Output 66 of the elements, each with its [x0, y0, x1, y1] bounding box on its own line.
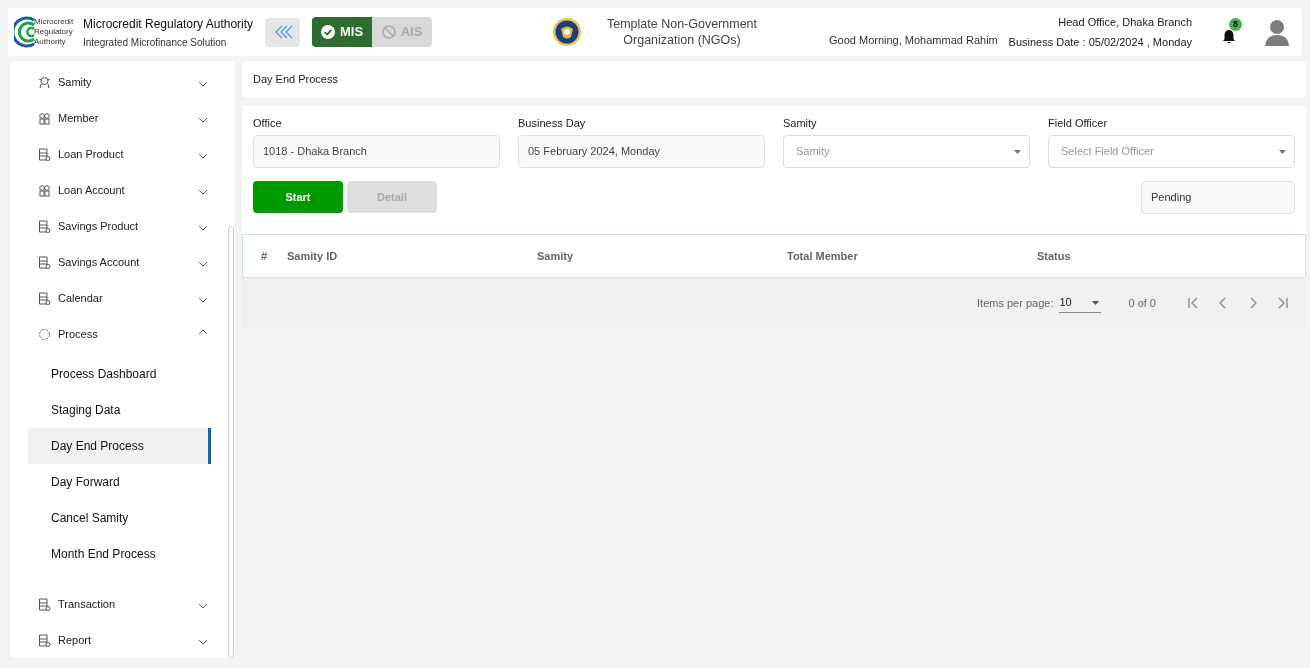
start-button[interactable]: Start [253, 181, 343, 213]
field-label: Samity [783, 116, 818, 131]
module-tab[interactable]: MIS [312, 17, 372, 47]
greeting: Good Morning, Mohammad Rahim [829, 32, 998, 48]
page-range: 0 of 0 [1128, 295, 1156, 311]
scrollbar[interactable] [228, 226, 234, 658]
dropdown-caret-icon [1279, 149, 1286, 154]
sidebar-item[interactable]: Loan Product [28, 136, 211, 172]
document-icon [38, 633, 51, 647]
submenu-item[interactable]: Process Dashboard [28, 356, 211, 392]
field-label: Field Officer [1048, 116, 1109, 131]
column-header[interactable]: Status [1037, 247, 1237, 265]
sidebar-item[interactable]: Savings Account [28, 244, 211, 280]
dropdown-caret-icon [1092, 300, 1100, 305]
block-icon [381, 25, 396, 39]
bell-icon [1222, 29, 1236, 44]
dropdown-caret-icon [1014, 149, 1021, 154]
submenu-item[interactable]: Day End Process [28, 428, 211, 464]
document-icon [38, 255, 51, 269]
column-header[interactable]: # [243, 247, 287, 265]
field-label: Business Day [518, 116, 587, 131]
seal-icon [552, 17, 582, 47]
sidebar-item[interactable]: Process [28, 316, 211, 352]
sidebar-item[interactable]: Loan Account [28, 172, 211, 208]
organization-name: Template Non-Government Organization (NGOs) [605, 16, 759, 48]
document-icon [38, 597, 51, 611]
status-field[interactable]: Pending [1141, 181, 1295, 214]
submenu-item[interactable]: Cancel Samity [28, 500, 211, 536]
input-field[interactable]: 1018 - Dhaka Branch [253, 135, 500, 168]
document-icon [38, 219, 51, 233]
column-header[interactable]: Samity [537, 247, 787, 265]
column-header[interactable]: Samity ID [287, 247, 537, 265]
logo-text: Regulatory [34, 27, 74, 37]
document-icon [38, 291, 51, 305]
people-icon [38, 183, 51, 197]
submenu-item[interactable]: Month End Process [28, 536, 211, 572]
first-page-icon[interactable] [1187, 296, 1199, 310]
avatar-icon [1264, 18, 1290, 46]
input-field[interactable]: 05 February 2024, Monday [518, 135, 765, 168]
loading-circle-icon [38, 327, 51, 341]
document-icon [38, 147, 51, 161]
logo-text: Microcredit [34, 17, 74, 27]
collapse-button[interactable] [265, 17, 300, 47]
app-subtitle: Integrated Microfinance Solution [83, 35, 228, 50]
check-circle-icon [320, 25, 335, 39]
page-size-select[interactable]: 10 [1059, 293, 1102, 313]
logo-text: Authority [34, 37, 67, 47]
business-date: Business Date : 05/02/2024 , Monday [1008, 35, 1192, 50]
column-header[interactable]: Total Member [787, 247, 1037, 265]
sidebar-item[interactable]: Calendar [28, 280, 211, 316]
notification-badge: 8 [1229, 18, 1242, 31]
page-title: Day End Process [253, 72, 338, 88]
items-per-page-label: Items per page: [977, 295, 1054, 311]
app-title: Microcredit Regulatory Authority [83, 15, 255, 33]
sidebar-item[interactable]: Member [28, 100, 211, 136]
sidebar-item[interactable]: Transaction [28, 586, 211, 622]
people-icon [38, 111, 51, 125]
office-name: Head Office, Dhaka Branch [1058, 14, 1192, 30]
submenu-item[interactable]: Day Forward [28, 464, 211, 500]
submenu-item[interactable]: Staging Data [28, 392, 211, 428]
sidebar-item[interactable]: Report [28, 622, 211, 658]
last-page-icon[interactable] [1277, 296, 1289, 310]
field-label: Office [253, 116, 283, 131]
sidebar-item[interactable]: Samity [28, 64, 211, 100]
sidebar-item[interactable]: Savings Product [28, 208, 211, 244]
notification-button[interactable]: 8 [1222, 20, 1244, 44]
